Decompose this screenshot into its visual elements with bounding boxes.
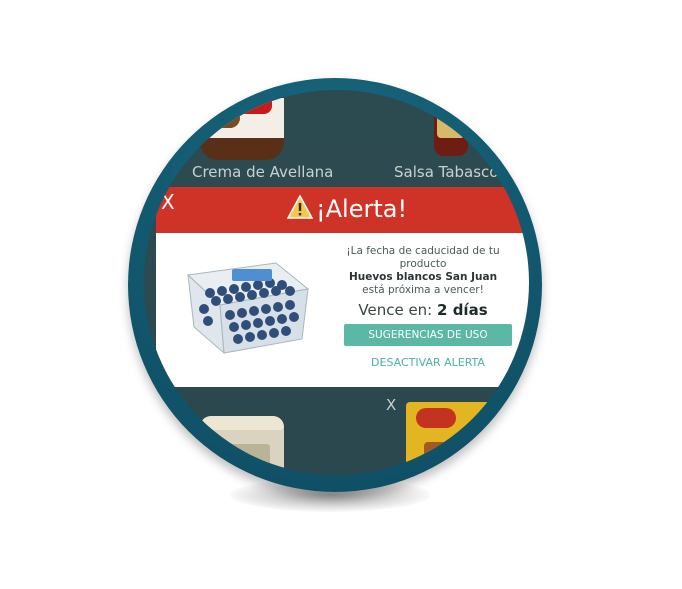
product-name-salsa: Salsa Tabasco <box>394 163 499 181</box>
alert-message-line2: está próxima a vencer! <box>362 284 484 296</box>
close-alert-button[interactable]: X <box>161 190 175 214</box>
product-image-crema-avellana <box>200 90 284 160</box>
usage-suggestions-button[interactable]: SUGERENCIAS DE USO <box>344 324 512 346</box>
product-image-salsa-tabasco <box>434 90 468 156</box>
alert-header: X ¡Alerta! <box>156 187 529 233</box>
product-image-granola <box>406 402 494 475</box>
product-blueberries-image <box>186 262 310 355</box>
alert-title: ¡Alerta! <box>316 195 408 223</box>
expiry-value: 2 días <box>437 301 488 319</box>
expiry-countdown: Vence en: 2 días <box>328 301 518 319</box>
remove-product-button-left[interactable]: X <box>172 396 182 414</box>
remove-product-button-right[interactable]: X <box>386 396 396 414</box>
expiry-alert-modal: X ¡Alerta! ¡La fecha de caducidad de tu … <box>156 187 529 387</box>
alert-product-name: Huevos blancos San Juan <box>348 271 498 283</box>
app-screen: Crema de Avellana Salsa Tabasco X X X ¡A… <box>144 90 529 475</box>
alert-message: ¡La fecha de caducidad de tu producto Hu… <box>328 245 518 297</box>
warning-icon <box>287 195 313 219</box>
alert-body: ¡La fecha de caducidad de tu producto Hu… <box>156 233 529 387</box>
product-image-jar <box>200 416 284 475</box>
deactivate-alert-button[interactable]: DESACTIVAR ALERTA <box>344 356 512 369</box>
alert-message-line1: ¡La fecha de caducidad de tu producto <box>346 245 500 270</box>
expiry-label: Vence en: <box>358 301 433 319</box>
product-name-crema: Crema de Avellana <box>192 163 334 181</box>
